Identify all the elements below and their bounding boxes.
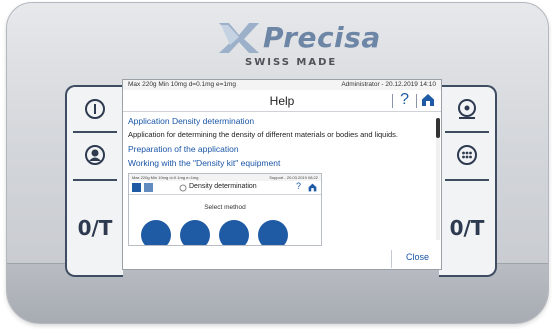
tare-right-button[interactable]: 0/T <box>439 185 495 271</box>
help-topic-title[interactable]: Application Density determination <box>128 116 254 126</box>
help-link-density-kit[interactable]: Working with the "Density kit" equipment <box>128 158 280 168</box>
power-icon <box>85 99 105 119</box>
method-3-icon <box>219 220 249 245</box>
help-description: Application for determining the density … <box>128 130 399 139</box>
brand-tagline: SWISS MADE <box>245 57 338 68</box>
target-icon <box>458 99 476 119</box>
screen-footer: Close <box>123 250 441 269</box>
help-link-preparation[interactable]: Preparation of the application <box>128 144 239 154</box>
touch-screen: Max 220g Min 10mg d=0.1mg e=1mg Administ… <box>122 79 442 270</box>
screen-header: Help ? <box>123 90 441 112</box>
method-2-icon <box>180 220 210 245</box>
logo-mark-icon <box>219 23 259 53</box>
preview-user-datetime: Support - 20.03.2019 08:22 <box>269 175 318 180</box>
key-separator <box>73 179 117 181</box>
user-icon <box>85 145 105 165</box>
header-divider <box>416 94 417 108</box>
user-button[interactable] <box>67 135 123 175</box>
footer-divider <box>391 250 392 268</box>
preview-density-icon <box>179 184 187 192</box>
key-separator <box>73 131 117 133</box>
key-separator <box>445 131 489 133</box>
user-datetime: Administrator - 20.12.2019 14:10 <box>341 81 436 88</box>
preview-help-icon: ? <box>295 181 301 191</box>
method-4-icon <box>258 220 288 245</box>
brand-logo: Precisa SWISS MADE <box>217 17 380 68</box>
left-key-panel: 0/T <box>65 85 123 277</box>
header-divider <box>392 94 393 108</box>
preview-header: Density determination ? <box>129 181 321 195</box>
preview-subtitle: Select method <box>204 204 246 211</box>
preview-status-bar: Max 220g Min 10mg d=0.1mg e=1mg Support … <box>129 174 321 181</box>
balance-specs: Max 220g Min 10mg d=0.1mg e=1mg <box>128 81 237 88</box>
right-key-panel: 0/T <box>439 85 497 277</box>
power-button[interactable] <box>67 89 123 129</box>
menu-button[interactable] <box>439 135 495 175</box>
scrollbar-thumb[interactable] <box>436 118 440 138</box>
status-bar: Max 220g Min 10mg d=0.1mg e=1mg Administ… <box>123 80 441 90</box>
preview-list-icon <box>144 183 153 192</box>
help-button[interactable]: ? <box>400 91 409 109</box>
print-button[interactable] <box>439 89 495 129</box>
tare-left-button[interactable]: 0/T <box>67 185 123 271</box>
brand-name: Precisa <box>263 21 381 54</box>
preview-specs: Max 220g Min 10mg d=0.1mg e=1mg <box>132 175 199 180</box>
method-1-icon <box>141 220 171 245</box>
density-screen-preview: Max 220g Min 10mg d=0.1mg e=1mg Support … <box>128 173 322 246</box>
dots-icon <box>457 145 477 165</box>
close-button[interactable]: Close <box>406 252 429 262</box>
preview-title: Density determination <box>189 183 257 190</box>
preview-menu-icon <box>132 183 141 192</box>
page-title: Help <box>269 94 295 108</box>
key-separator <box>445 179 489 181</box>
home-icon[interactable] <box>421 93 435 107</box>
tare-left-label: 0/T <box>77 216 113 240</box>
tare-right-label: 0/T <box>449 216 485 240</box>
preview-home-icon <box>308 183 317 192</box>
